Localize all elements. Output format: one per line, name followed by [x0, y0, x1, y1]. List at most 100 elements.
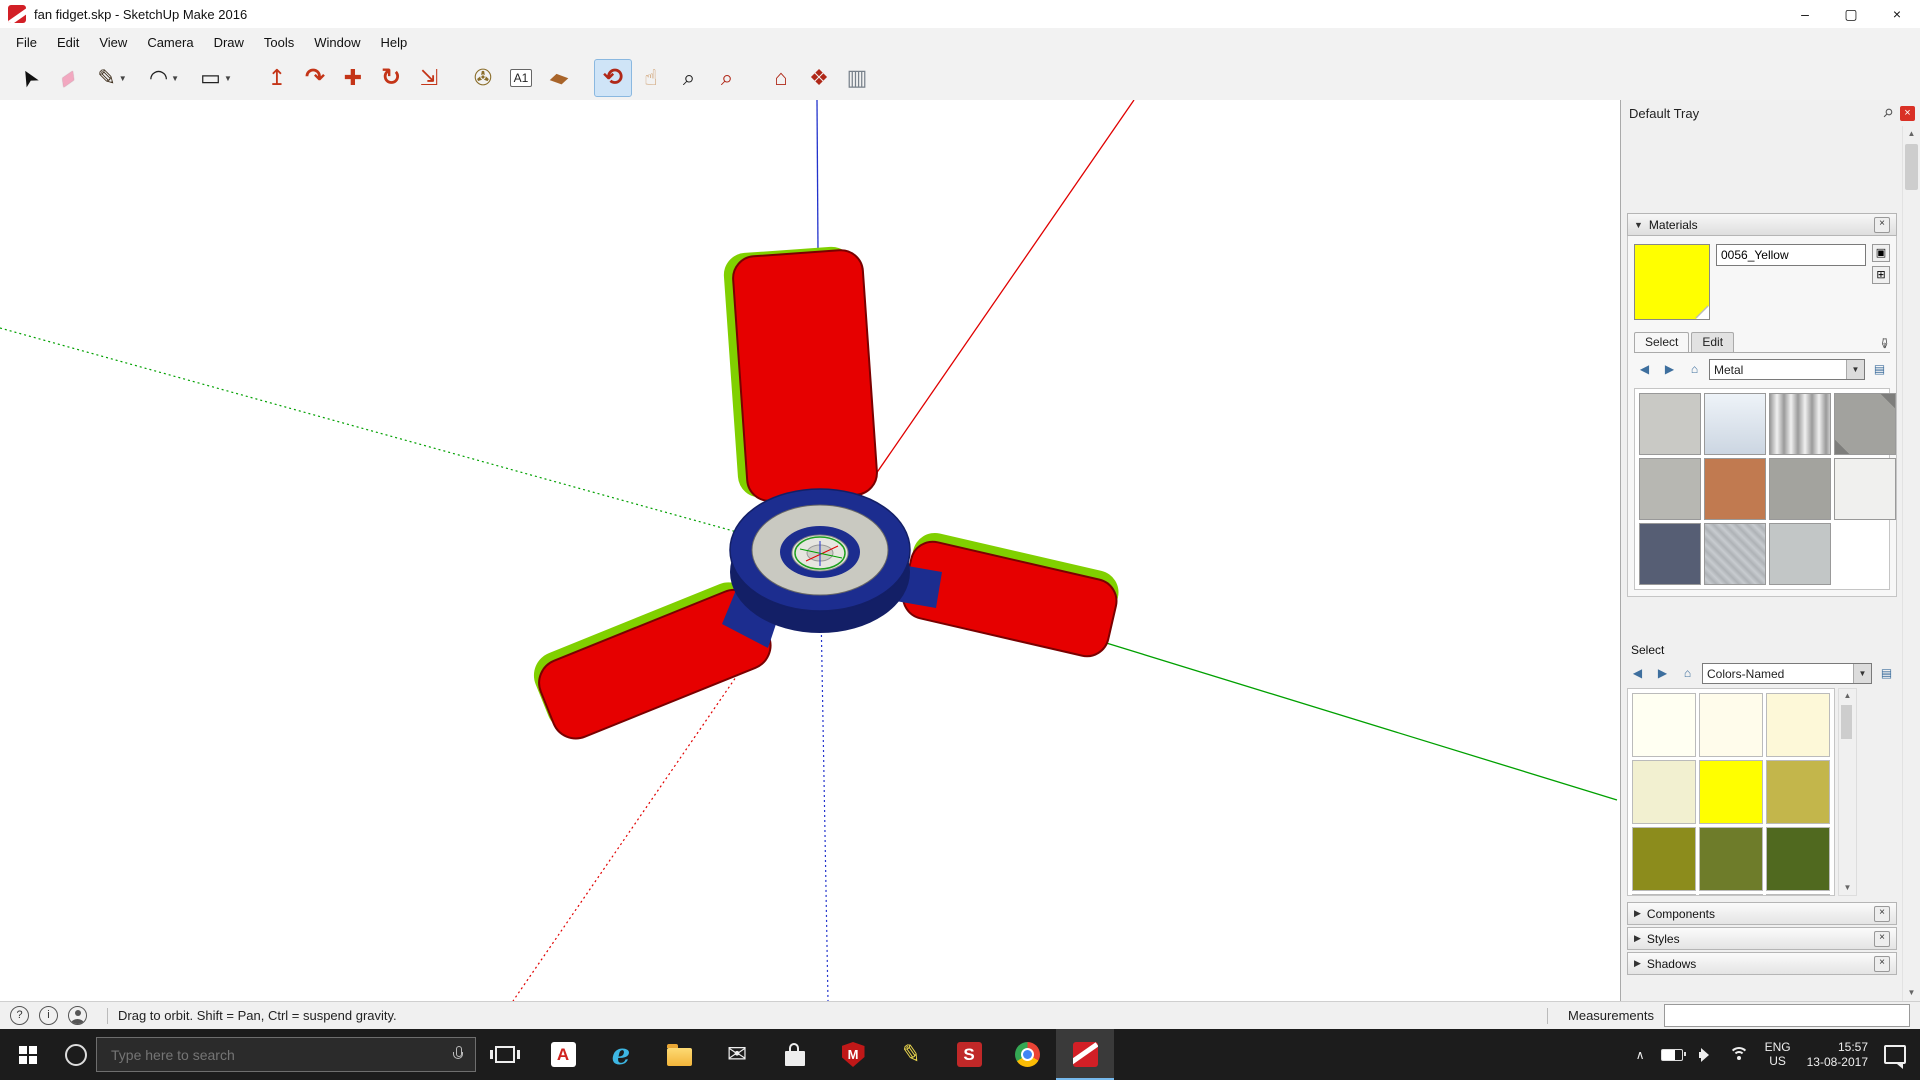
material-swatch[interactable] [1769, 393, 1831, 455]
search-input[interactable] [109, 1045, 443, 1064]
taskbar-clock[interactable]: 15:57 13-08-2017 [1807, 1040, 1868, 1070]
materials-category-dropdown[interactable]: Metal ▼ [1709, 359, 1865, 380]
store-taskbar-button[interactable] [766, 1029, 824, 1080]
material-swatch[interactable] [1769, 523, 1831, 585]
color-swatch[interactable] [1766, 827, 1830, 891]
measurements-input[interactable] [1664, 1004, 1910, 1027]
menu-help[interactable]: Help [371, 30, 418, 55]
battery-icon[interactable] [1660, 1048, 1686, 1061]
close-button[interactable]: × [1874, 0, 1920, 28]
notes-taskbar-button[interactable]: ✎ [882, 1029, 940, 1080]
zoom-tool[interactable]: ⌕ ▼ [670, 59, 708, 97]
colors-scrollbar[interactable]: ▲ ▼ [1838, 688, 1857, 896]
language-indicator[interactable]: ENG US [1765, 1040, 1791, 1069]
tab-edit[interactable]: Edit [1691, 332, 1735, 352]
home-icon[interactable]: ⌂ [1684, 359, 1705, 380]
panel-styles[interactable]: ▶ Styles × [1627, 927, 1897, 950]
start-button[interactable] [0, 1029, 56, 1080]
scroll-up-icon[interactable]: ▲ [1903, 126, 1920, 142]
expand-arrow-icon[interactable]: ▶ [1634, 958, 1641, 969]
send-to-layout-tool[interactable]: ▥ ▼ [838, 59, 876, 97]
taskbar-search[interactable] [96, 1037, 476, 1072]
color-swatch[interactable] [1699, 827, 1763, 891]
color-swatch[interactable] [1699, 693, 1763, 757]
expand-arrow-icon[interactable]: ▶ [1634, 908, 1641, 919]
menu-tools[interactable]: Tools [254, 30, 304, 55]
hidden-icons-chevron-icon[interactable]: ∧ [1636, 1048, 1645, 1062]
file-explorer-taskbar-button[interactable] [650, 1029, 708, 1080]
geolocation-icon[interactable]: ? [10, 1006, 29, 1025]
tape-measure-tool[interactable]: ✇ ▼ [464, 59, 502, 97]
tray-scrollbar[interactable]: ▲ ▼ [1902, 126, 1920, 1001]
menu-camera[interactable]: Camera [137, 30, 203, 55]
color-swatch[interactable] [1632, 894, 1696, 895]
dropdown-arrow-icon[interactable]: ▼ [224, 74, 232, 83]
acrobat-taskbar-button[interactable]: A [534, 1029, 592, 1080]
pushpull-tool[interactable]: ↥ ▼ [258, 59, 296, 97]
cortana-button[interactable] [56, 1029, 96, 1080]
line-tool[interactable]: ✎ ▼ [86, 59, 138, 97]
scroll-down-icon[interactable]: ▼ [1903, 985, 1920, 1001]
back-icon[interactable]: ◀ [1634, 359, 1655, 380]
close-panel-icon[interactable]: × [1874, 955, 1890, 972]
dropdown-arrow-icon[interactable]: ▼ [171, 74, 179, 83]
materials-panel-header[interactable]: ▼ Materials × [1627, 213, 1897, 236]
move-tool[interactable]: ✚ ▼ [334, 59, 372, 97]
forward-icon[interactable]: ▶ [1652, 663, 1673, 684]
tab-select[interactable]: Select [1634, 332, 1690, 352]
model-view[interactable] [0, 100, 1620, 1001]
material-swatch[interactable] [1704, 458, 1766, 520]
scrollbar-thumb[interactable] [1841, 705, 1852, 739]
details-menu-icon[interactable]: ▤ [1869, 359, 1890, 380]
details-menu-icon[interactable]: ▤ [1876, 663, 1897, 684]
zoom-extents-tool[interactable]: ⌕ ▼ [708, 59, 746, 97]
material-swatch[interactable] [1834, 458, 1896, 520]
get-models-tool[interactable]: ⌂ ▼ [762, 59, 800, 97]
microphone-icon[interactable] [453, 1046, 463, 1063]
color-swatch[interactable] [1766, 894, 1830, 895]
panel-components[interactable]: ▶ Components × [1627, 902, 1897, 925]
tray-close-icon[interactable]: × [1900, 105, 1915, 121]
credits-icon[interactable]: i [39, 1006, 58, 1025]
color-swatch[interactable] [1632, 693, 1696, 757]
orbit-tool[interactable]: ⟲ ▼ [594, 59, 632, 97]
back-icon[interactable]: ◀ [1627, 663, 1648, 684]
color-swatch[interactable] [1766, 760, 1830, 824]
material-swatch[interactable] [1704, 393, 1766, 455]
minimize-button[interactable]: – [1782, 0, 1828, 28]
sign-in-icon[interactable] [68, 1006, 87, 1025]
scroll-up-icon[interactable]: ▲ [1839, 689, 1856, 703]
volume-icon[interactable] [1698, 1047, 1713, 1063]
menu-edit[interactable]: Edit [47, 30, 89, 55]
material-swatch[interactable] [1639, 523, 1701, 585]
sample-paint-icon[interactable]: ✑ [1876, 338, 1893, 350]
arc-tool[interactable]: ◠ ▼ [138, 59, 190, 97]
pin-icon[interactable]: ⚲ [1877, 102, 1898, 123]
followme-tool[interactable]: ↷ ▼ [296, 59, 334, 97]
scroll-down-icon[interactable]: ▼ [1839, 881, 1856, 895]
pan-tool[interactable]: ☝ ▼ [632, 59, 670, 97]
create-material-icon[interactable]: ⊞ [1872, 266, 1890, 284]
color-swatch[interactable] [1632, 760, 1696, 824]
mail-taskbar-button[interactable]: ✉ [708, 1029, 766, 1080]
fan-model[interactable] [527, 245, 1123, 747]
scrollbar-thumb[interactable] [1905, 144, 1918, 190]
color-swatch[interactable] [1699, 760, 1763, 824]
menu-window[interactable]: Window [304, 30, 370, 55]
text-tool[interactable]: A1 ▼ [502, 59, 540, 97]
rectangle-tool[interactable]: ▭ ▼ [190, 59, 242, 97]
fan-blade-top[interactable] [722, 245, 878, 503]
sketchup-taskbar-button[interactable] [1056, 1029, 1114, 1080]
menu-draw[interactable]: Draw [204, 30, 254, 55]
edge-taskbar-button[interactable]: e [592, 1029, 650, 1080]
materials-close-icon[interactable]: × [1874, 216, 1890, 233]
home-icon[interactable]: ⌂ [1677, 663, 1698, 684]
forward-icon[interactable]: ▶ [1659, 359, 1680, 380]
dropdown-arrow-icon[interactable]: ▼ [119, 74, 127, 83]
material-swatch[interactable] [1639, 393, 1701, 455]
action-center-icon[interactable] [1884, 1045, 1906, 1069]
material-swatch[interactable] [1639, 458, 1701, 520]
dropdown-arrow-icon[interactable]: ▼ [1853, 664, 1871, 683]
dropdown-arrow-icon[interactable]: ▼ [1846, 360, 1864, 379]
colors-category-dropdown[interactable]: Colors-Named ▼ [1702, 663, 1872, 684]
